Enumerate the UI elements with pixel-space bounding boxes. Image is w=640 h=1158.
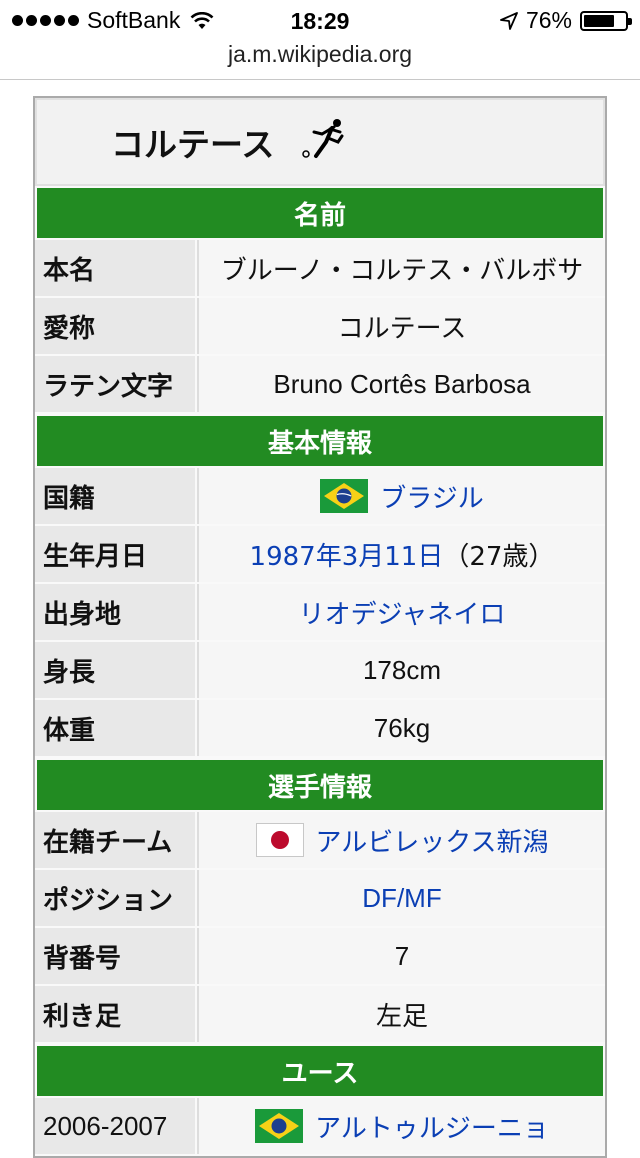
battery-percent: 76% (525, 7, 572, 33)
status-bar: SoftBank 18:29 76% (0, 0, 640, 40)
position-link[interactable]: DF/MF (362, 883, 441, 914)
row-label: 愛称 (35, 298, 197, 354)
infobox-title-row: コルテース (35, 98, 605, 186)
football-player-icon (302, 119, 344, 158)
row-value: DF/MF (197, 870, 605, 926)
row-nationality: 国籍 ブラジル (35, 468, 605, 526)
row-value: ブラジル (197, 468, 605, 524)
row-birthplace: 出身地 リオデジャネイロ (35, 584, 605, 642)
row-value: リオデジャネイロ (197, 584, 605, 640)
row-value: コルテース (197, 298, 605, 354)
row-label: 生年月日 (35, 526, 197, 582)
japan-flag-icon[interactable] (255, 823, 304, 857)
row-value: アルトゥルジーニョ (197, 1098, 605, 1154)
battery-icon (580, 10, 632, 31)
row-value: 178cm (197, 642, 605, 698)
birthplace-link[interactable]: リオデジャネイロ (299, 594, 506, 631)
row-weight: 体重 76kg (35, 700, 605, 758)
row-team: 在籍チーム アルビレックス新潟 (35, 812, 605, 870)
row-label: ポジション (35, 870, 197, 926)
nationality-link[interactable]: ブラジル (380, 478, 483, 515)
brazil-flag-icon[interactable] (255, 1109, 304, 1143)
row-birthdate: 生年月日 1987年3月11日 （27歳） (35, 526, 605, 584)
row-value: アルビレックス新潟 (197, 812, 605, 868)
row-height: 身長 178cm (35, 642, 605, 700)
url-bar[interactable]: ja.m.wikipedia.org (0, 40, 640, 80)
row-label: 出身地 (35, 584, 197, 640)
row-value: 7 (197, 928, 605, 984)
row-label: 体重 (35, 700, 197, 756)
row-label: 身長 (35, 642, 197, 698)
row-label: 本名 (35, 240, 197, 296)
row-label: 利き足 (35, 986, 197, 1042)
age-text: （27歳） (443, 541, 555, 572)
row-value: 76kg (197, 700, 605, 756)
infobox: コルテース 名前 本名 ブルーノ・コルテス・バルボサ 愛称 コルテース ラテン文… (33, 96, 607, 1158)
youth-club-link[interactable]: アルトゥルジーニョ (315, 1108, 549, 1145)
row-value: Bruno Cortês Barbosa (197, 356, 605, 412)
row-position: ポジション DF/MF (35, 870, 605, 928)
row-latin-name: ラテン文字 Bruno Cortês Barbosa (35, 356, 605, 414)
row-label: 2006-2007 (35, 1098, 197, 1154)
birthdate-link[interactable]: 1987年3月11日 (250, 536, 444, 573)
row-nickname: 愛称 コルテース (35, 298, 605, 356)
section-header-youth: ユース (35, 1044, 605, 1098)
brazil-flag-icon[interactable] (320, 479, 369, 513)
row-label: 国籍 (35, 468, 197, 524)
row-real-name: 本名 ブルーノ・コルテス・バルボサ (35, 240, 605, 298)
row-youth-club: 2006-2007 アルトゥルジーニョ (35, 1098, 605, 1156)
battery-group: 76% (500, 7, 632, 34)
row-value: 1987年3月11日 （27歳） (197, 526, 605, 582)
team-link[interactable]: アルビレックス新潟 (316, 822, 549, 859)
section-header-name: 名前 (35, 186, 605, 240)
row-number: 背番号 7 (35, 928, 605, 986)
row-value: ブルーノ・コルテス・バルボサ (197, 240, 605, 296)
row-label: 背番号 (35, 928, 197, 984)
row-foot: 利き足 左足 (35, 986, 605, 1044)
section-header-player: 選手情報 (35, 758, 605, 812)
row-label: 在籍チーム (35, 812, 197, 868)
section-header-basic: 基本情報 (35, 414, 605, 468)
location-arrow-icon (500, 11, 518, 30)
infobox-title: コルテース (111, 125, 275, 164)
row-value: 左足 (197, 986, 605, 1042)
row-label: ラテン文字 (35, 356, 197, 412)
